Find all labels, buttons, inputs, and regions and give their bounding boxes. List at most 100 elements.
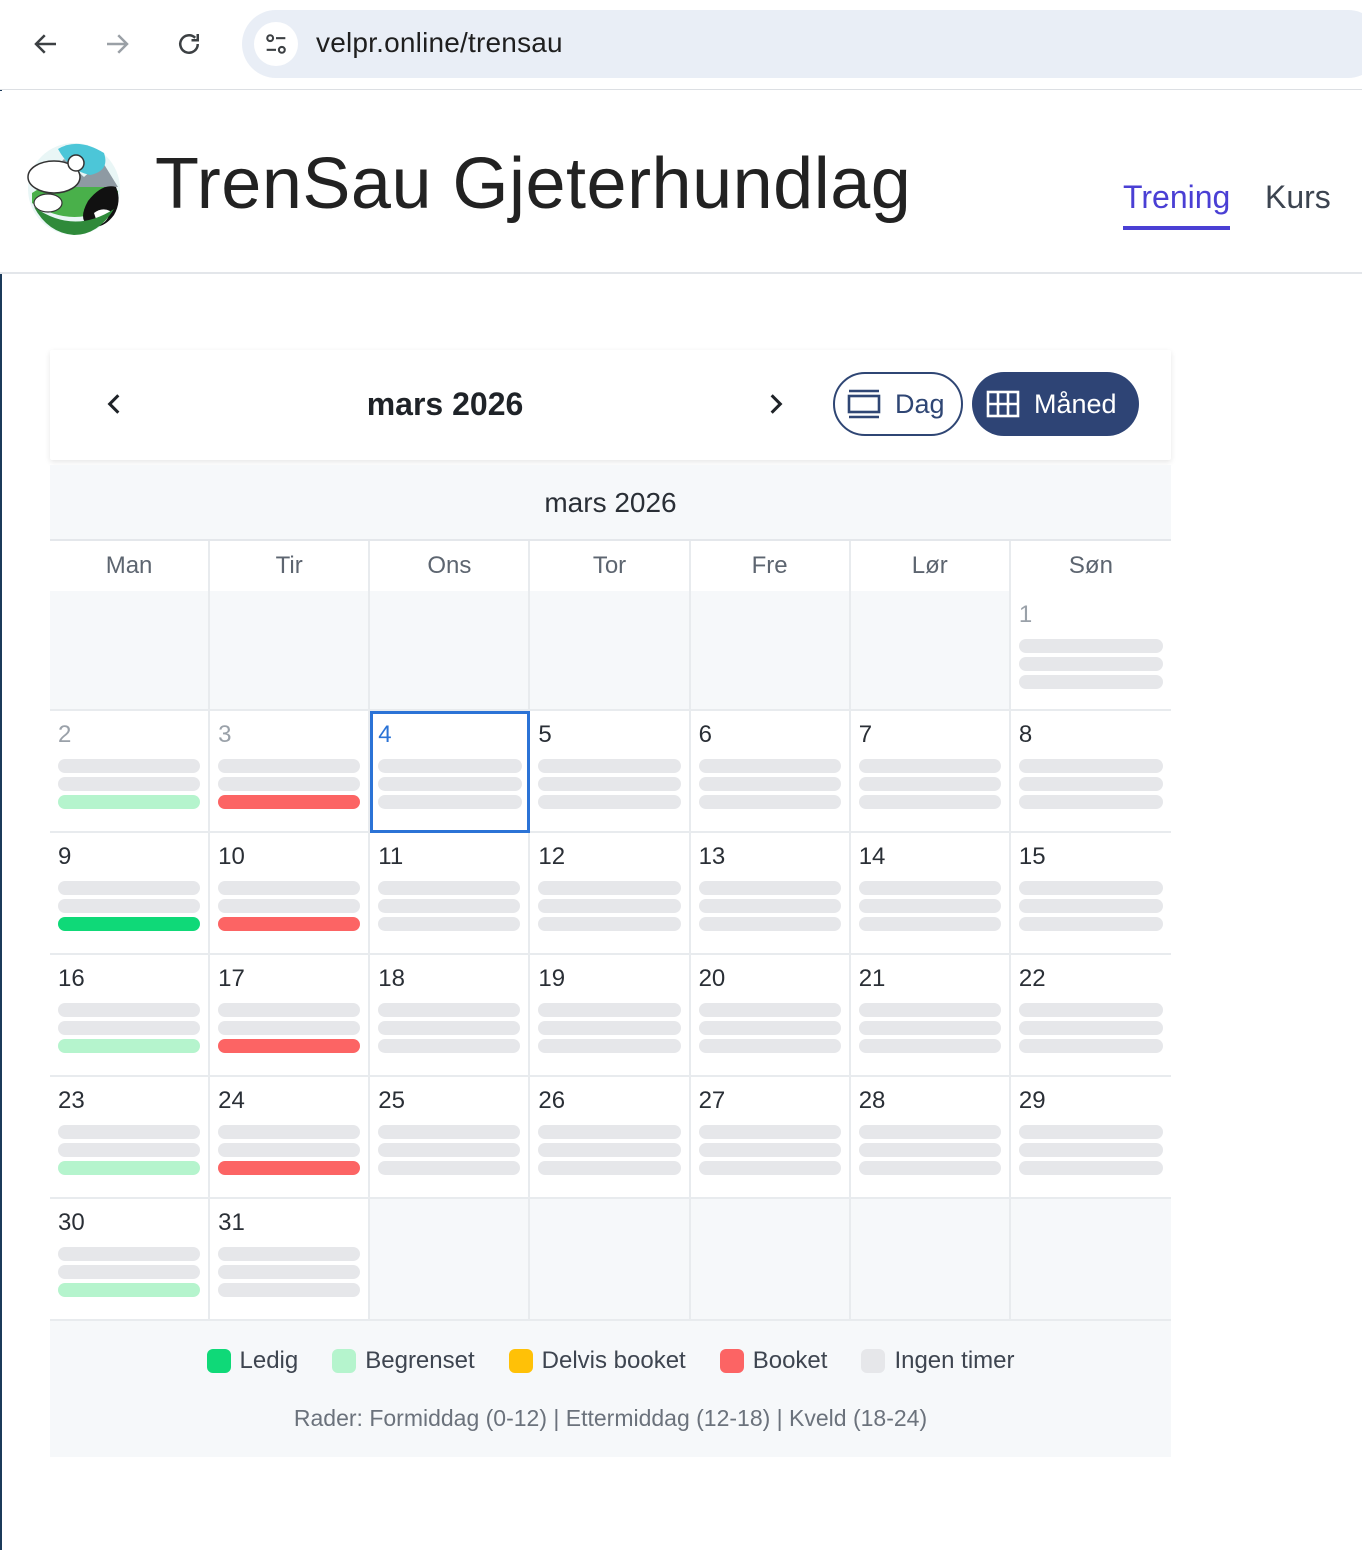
tune-icon	[266, 34, 286, 54]
slot-bar-none	[538, 1161, 681, 1175]
slot-bar-none	[858, 1143, 1001, 1157]
slot-bar-begrenset	[58, 795, 201, 809]
slot-bar-begrenset	[58, 1283, 201, 1297]
legend-item: Begrenset	[332, 1347, 475, 1375]
slot-bars	[218, 1125, 361, 1179]
day-cell[interactable]: 29	[1010, 1077, 1171, 1199]
slot-bars	[378, 881, 521, 935]
day-number: 11	[378, 843, 404, 870]
slot-bar-none	[58, 1021, 201, 1035]
day-cell[interactable]: 9	[50, 833, 211, 955]
day-cell[interactable]: 28	[850, 1077, 1011, 1199]
forward-button[interactable]	[95, 22, 139, 66]
legend-swatch	[508, 1349, 533, 1373]
club-logo[interactable]	[18, 131, 126, 239]
slot-bar-none	[858, 1161, 1001, 1175]
empty-day-cell	[50, 591, 211, 711]
day-cell[interactable]: 18	[370, 955, 531, 1077]
slot-bar-none	[378, 899, 521, 913]
day-cell[interactable]: 12	[530, 833, 691, 955]
day-cell[interactable]: 2	[50, 711, 211, 833]
slot-bar-none	[858, 795, 1001, 809]
day-cell[interactable]: 1	[1010, 591, 1171, 711]
slot-bar-none	[378, 1021, 521, 1035]
empty-day-cell	[850, 1199, 1011, 1321]
slot-bar-none	[1018, 1143, 1163, 1157]
slot-bars	[58, 759, 201, 813]
slot-bar-none	[698, 1161, 841, 1175]
slot-bars	[58, 881, 201, 935]
legend-swatch	[861, 1349, 886, 1373]
slot-bar-none	[378, 1143, 521, 1157]
address-bar[interactable]: velpr.online/trensau	[242, 10, 1362, 78]
day-cell[interactable]: 11	[370, 833, 531, 955]
day-cell[interactable]: 5	[530, 711, 691, 833]
day-cell[interactable]: 13	[690, 833, 851, 955]
site-settings-button[interactable]	[254, 22, 298, 66]
slot-bar-none	[1018, 657, 1163, 671]
month-view-button[interactable]: Måned	[972, 372, 1139, 436]
day-cell[interactable]: 20	[690, 955, 851, 1077]
day-cell[interactable]: 21	[850, 955, 1011, 1077]
day-cell[interactable]: 27	[690, 1077, 851, 1199]
slot-bar-none	[858, 777, 1001, 791]
day-number: 30	[58, 1209, 85, 1236]
day-cell-today[interactable]: 4	[370, 711, 531, 833]
reload-icon	[179, 34, 199, 54]
slot-bar-none	[698, 777, 841, 791]
slot-bar-none	[538, 1021, 681, 1035]
day-cell[interactable]: 25	[370, 1077, 531, 1199]
slot-bar-none	[1018, 1003, 1163, 1017]
empty-day-cell	[530, 591, 691, 711]
day-cell[interactable]: 26	[530, 1077, 691, 1199]
prev-month-button[interactable]	[94, 380, 134, 428]
day-cell[interactable]: 8	[1010, 711, 1171, 833]
weekday-header: Man	[50, 541, 211, 591]
slot-bars	[858, 1125, 1001, 1179]
day-cell[interactable]: 17	[210, 955, 371, 1077]
day-cell[interactable]: 6	[690, 711, 851, 833]
slot-bar-none	[698, 759, 841, 773]
day-view-button[interactable]: Dag	[833, 372, 963, 436]
weekday-header: Tor	[530, 541, 691, 591]
slot-bar-none	[538, 917, 681, 931]
legend-swatch	[719, 1349, 744, 1373]
day-cell[interactable]: 31	[210, 1199, 371, 1321]
day-number: 19	[538, 965, 566, 992]
legend-note: Rader: Formiddag (0-12) | Ettermiddag (1…	[293, 1405, 928, 1431]
slot-bars	[1018, 1125, 1163, 1179]
slot-bar-none	[218, 1283, 361, 1297]
day-cell[interactable]: 23	[50, 1077, 211, 1199]
day-view-icon	[847, 389, 881, 419]
day-cell[interactable]: 22	[1010, 955, 1171, 1077]
slot-bar-none	[858, 1039, 1001, 1053]
day-cell[interactable]: 19	[530, 955, 691, 1077]
next-month-button[interactable]	[756, 380, 796, 428]
nav-trening[interactable]: Trening	[1123, 179, 1231, 230]
day-cell[interactable]: 3	[210, 711, 371, 833]
slot-bar-none	[218, 759, 361, 773]
day-cell[interactable]: 16	[50, 955, 211, 1077]
slot-bars	[58, 1003, 201, 1057]
slot-bars	[538, 881, 681, 935]
slot-bar-none	[218, 1125, 361, 1139]
day-cell[interactable]: 15	[1010, 833, 1171, 955]
day-number: 7	[858, 721, 873, 748]
day-cell[interactable]: 7	[850, 711, 1011, 833]
back-button[interactable]	[24, 22, 68, 66]
site-title: TrenSau Gjeterhundlag	[155, 144, 912, 224]
day-number: 22	[1018, 965, 1046, 992]
day-cell[interactable]: 14	[850, 833, 1011, 955]
legend-area: Ledig Begrenset Delvis booket Booket Ingen t…	[50, 1321, 1171, 1457]
day-number: 24	[218, 1087, 245, 1114]
current-month-title: mars 2026	[366, 386, 524, 422]
day-cell[interactable]: 24	[210, 1077, 371, 1199]
slot-bars	[858, 1003, 1001, 1057]
calendar-toolbar: mars 2026 Dag Måned	[50, 350, 1171, 460]
slot-bars	[378, 1003, 521, 1057]
reload-button[interactable]	[167, 22, 211, 66]
day-cell[interactable]: 10	[210, 833, 371, 955]
day-cell[interactable]: 30	[50, 1199, 211, 1321]
nav-kurs[interactable]: Kurs	[1265, 179, 1331, 216]
day-number: 28	[858, 1087, 886, 1114]
